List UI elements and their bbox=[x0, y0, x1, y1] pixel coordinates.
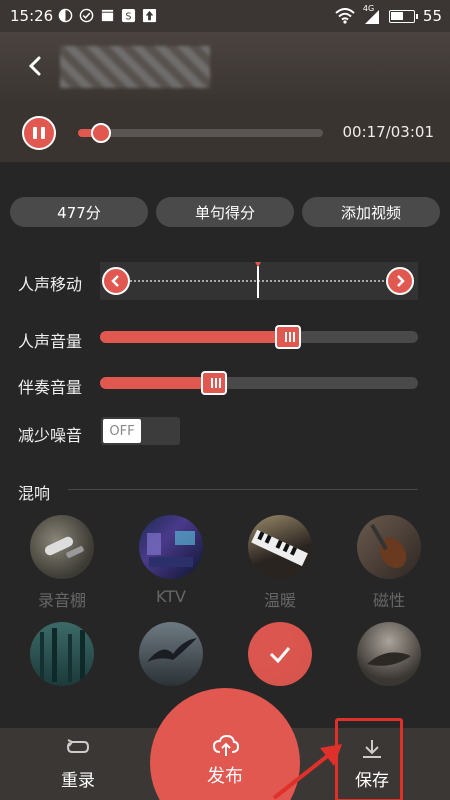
piano-image-icon bbox=[251, 529, 308, 567]
noise-reduction-toggle[interactable]: OFF bbox=[101, 417, 180, 445]
shift-ruler bbox=[130, 280, 388, 282]
reverb-section-title: 混响 bbox=[18, 484, 51, 503]
svg-text:S: S bbox=[126, 11, 132, 22]
vocal-shift-label: 人声移动 bbox=[18, 275, 83, 294]
effect-studio[interactable] bbox=[30, 515, 94, 579]
effect-warm-label: 温暖 bbox=[263, 591, 296, 610]
playback-time: 00:17/03:01 bbox=[342, 123, 434, 141]
pause-button[interactable] bbox=[22, 116, 56, 150]
status-time: 15:26 bbox=[10, 7, 54, 25]
score-button[interactable]: 477分 bbox=[10, 197, 148, 227]
effect-magnetic-label: 磁性 bbox=[372, 591, 405, 610]
noise-toggle-state: OFF bbox=[103, 419, 141, 443]
song-title-pixelated bbox=[60, 46, 210, 88]
action-pills: 477分 单句得分 添加视频 bbox=[10, 197, 440, 227]
violin-image-icon bbox=[370, 523, 407, 569]
playback-progress-knob[interactable] bbox=[91, 123, 112, 143]
battery-icon bbox=[388, 9, 418, 23]
add-video-button[interactable]: 添加视频 bbox=[302, 197, 440, 227]
section-divider bbox=[68, 489, 418, 490]
effect-ktv[interactable] bbox=[139, 515, 203, 579]
shift-left-button[interactable] bbox=[102, 267, 130, 295]
clapperboard-icon bbox=[101, 9, 114, 22]
shift-center-marker bbox=[257, 266, 259, 298]
effect-bird[interactable] bbox=[139, 622, 203, 686]
cloud-upload-icon bbox=[212, 734, 240, 756]
accompaniment-volume-slider[interactable] bbox=[100, 371, 418, 395]
effect-ktv-label: KTV bbox=[156, 587, 186, 606]
status-notification-icons: S bbox=[58, 8, 157, 23]
line-score-button[interactable]: 单句得分 bbox=[156, 197, 294, 227]
app-s-icon: S bbox=[121, 8, 136, 22]
contrast-icon bbox=[58, 8, 73, 23]
vocal-volume-label: 人声音量 bbox=[18, 332, 83, 351]
shift-indicator-triangle bbox=[255, 262, 261, 267]
cell-signal-icon: 4G bbox=[363, 4, 381, 24]
selected-overlay bbox=[248, 622, 312, 686]
forest-image-icon bbox=[40, 628, 85, 682]
check-circle-icon bbox=[79, 8, 94, 23]
annotation-arrow-icon bbox=[272, 744, 342, 800]
effect-magnetic[interactable] bbox=[357, 515, 421, 579]
effect-warm[interactable] bbox=[248, 515, 312, 579]
vocal-volume-fill bbox=[100, 331, 288, 343]
noise-reduction-label: 减少噪音 bbox=[18, 426, 83, 445]
check-icon bbox=[269, 647, 291, 664]
effect-leaf[interactable] bbox=[357, 622, 421, 686]
shift-right-button[interactable] bbox=[386, 267, 414, 295]
rerecord-button[interactable]: 重录 bbox=[28, 728, 128, 800]
vocal-volume-slider[interactable] bbox=[100, 325, 418, 349]
bird-image-icon bbox=[147, 638, 197, 662]
accompaniment-volume-fill bbox=[100, 377, 215, 389]
chevron-left-icon bbox=[111, 275, 119, 287]
wifi-icon bbox=[335, 8, 355, 24]
rerecord-icon bbox=[66, 739, 90, 753]
accompaniment-volume-knob[interactable] bbox=[201, 371, 228, 395]
playback-progress-track[interactable] bbox=[78, 123, 323, 143]
effect-studio-label: 录音棚 bbox=[37, 591, 86, 610]
header bbox=[0, 32, 450, 102]
battery-level: 55 bbox=[422, 7, 442, 25]
microphone-image-icon bbox=[44, 536, 84, 558]
vocal-volume-knob[interactable] bbox=[274, 325, 301, 349]
ktv-room-image-icon bbox=[147, 531, 195, 567]
upload-icon bbox=[142, 8, 157, 23]
effect-selected[interactable] bbox=[248, 622, 312, 686]
effect-forest[interactable] bbox=[30, 622, 94, 686]
player-bar: 00:17/03:01 bbox=[0, 102, 450, 162]
back-arrow-icon[interactable] bbox=[22, 52, 50, 80]
vocal-shift-control[interactable] bbox=[100, 262, 418, 300]
leaf-image-icon bbox=[367, 652, 411, 666]
rerecord-label: 重录 bbox=[61, 771, 95, 791]
accompaniment-volume-label: 伴奏音量 bbox=[18, 378, 83, 397]
chevron-right-icon bbox=[397, 275, 405, 287]
status-bar: 15:26 S 4G 55 bbox=[0, 0, 450, 32]
